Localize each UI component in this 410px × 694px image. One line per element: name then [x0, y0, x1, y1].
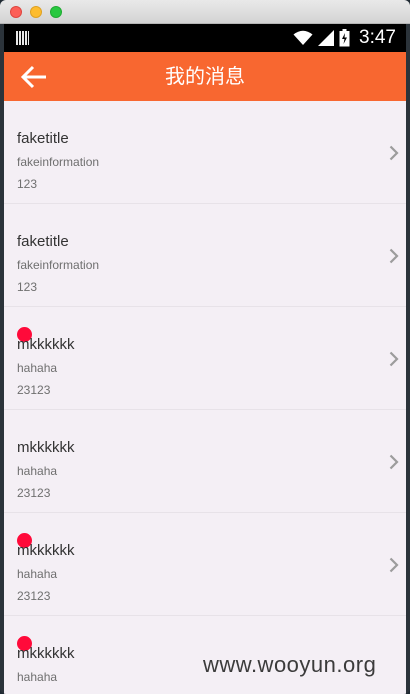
message-number: 123 — [17, 280, 38, 294]
message-list: faketitle fakeinformation 123 faketitle … — [4, 101, 406, 694]
chevron-right-icon — [389, 454, 399, 470]
message-info: hahaha — [17, 670, 58, 684]
message-info: hahaha — [17, 567, 58, 581]
status-time: 3:47 — [359, 27, 396, 48]
chevron-right-icon — [389, 351, 399, 367]
wifi-icon — [293, 30, 313, 46]
message-title: mkkkkkk — [17, 439, 75, 456]
message-info: hahaha — [17, 361, 58, 375]
message-info: hahaha — [17, 464, 58, 478]
message-item[interactable]: faketitle fakeinformation 123 — [4, 101, 406, 204]
window-minimize-button[interactable] — [30, 6, 42, 18]
message-title: mkkkkkk — [17, 645, 75, 662]
message-title: mkkkkkk — [17, 542, 75, 559]
battery-icon — [339, 29, 350, 47]
window-maximize-button[interactable] — [50, 6, 62, 18]
watermark: www.wooyun.org — [203, 652, 377, 677]
window-close-button[interactable] — [10, 6, 22, 18]
status-bar: 3:47 — [4, 24, 406, 52]
message-number: 23123 — [17, 383, 51, 397]
message-title: mkkkkkk — [17, 336, 75, 353]
signal-icon — [318, 30, 335, 46]
status-icons: 3:47 — [293, 27, 396, 49]
window-titlebar — [0, 0, 410, 24]
chevron-right-icon — [389, 557, 399, 573]
message-number: 23123 — [17, 486, 51, 500]
sim-card-icon — [16, 31, 29, 45]
message-number: 23123 — [17, 589, 51, 603]
message-title: faketitle — [17, 233, 69, 250]
message-info: fakeinformation — [17, 155, 100, 169]
app-bar: 我的消息 — [4, 52, 406, 101]
page-title: 我的消息 — [165, 64, 245, 88]
chevron-right-icon — [389, 145, 399, 161]
app-window: 3:47 我的消息 faketitle fakeinformation 123 … — [0, 0, 410, 694]
chevron-right-icon — [389, 248, 399, 264]
message-item[interactable]: mkkkkkk hahaha 23123 — [4, 307, 406, 410]
message-number: 123 — [17, 177, 38, 191]
message-item[interactable]: faketitle fakeinformation 123 — [4, 204, 406, 307]
message-item[interactable]: mkkkkkk hahaha 23123 — [4, 410, 406, 513]
message-info: fakeinformation — [17, 258, 100, 272]
message-item[interactable]: mkkkkkk hahaha 23123 — [4, 513, 406, 616]
message-title: faketitle — [17, 130, 69, 147]
